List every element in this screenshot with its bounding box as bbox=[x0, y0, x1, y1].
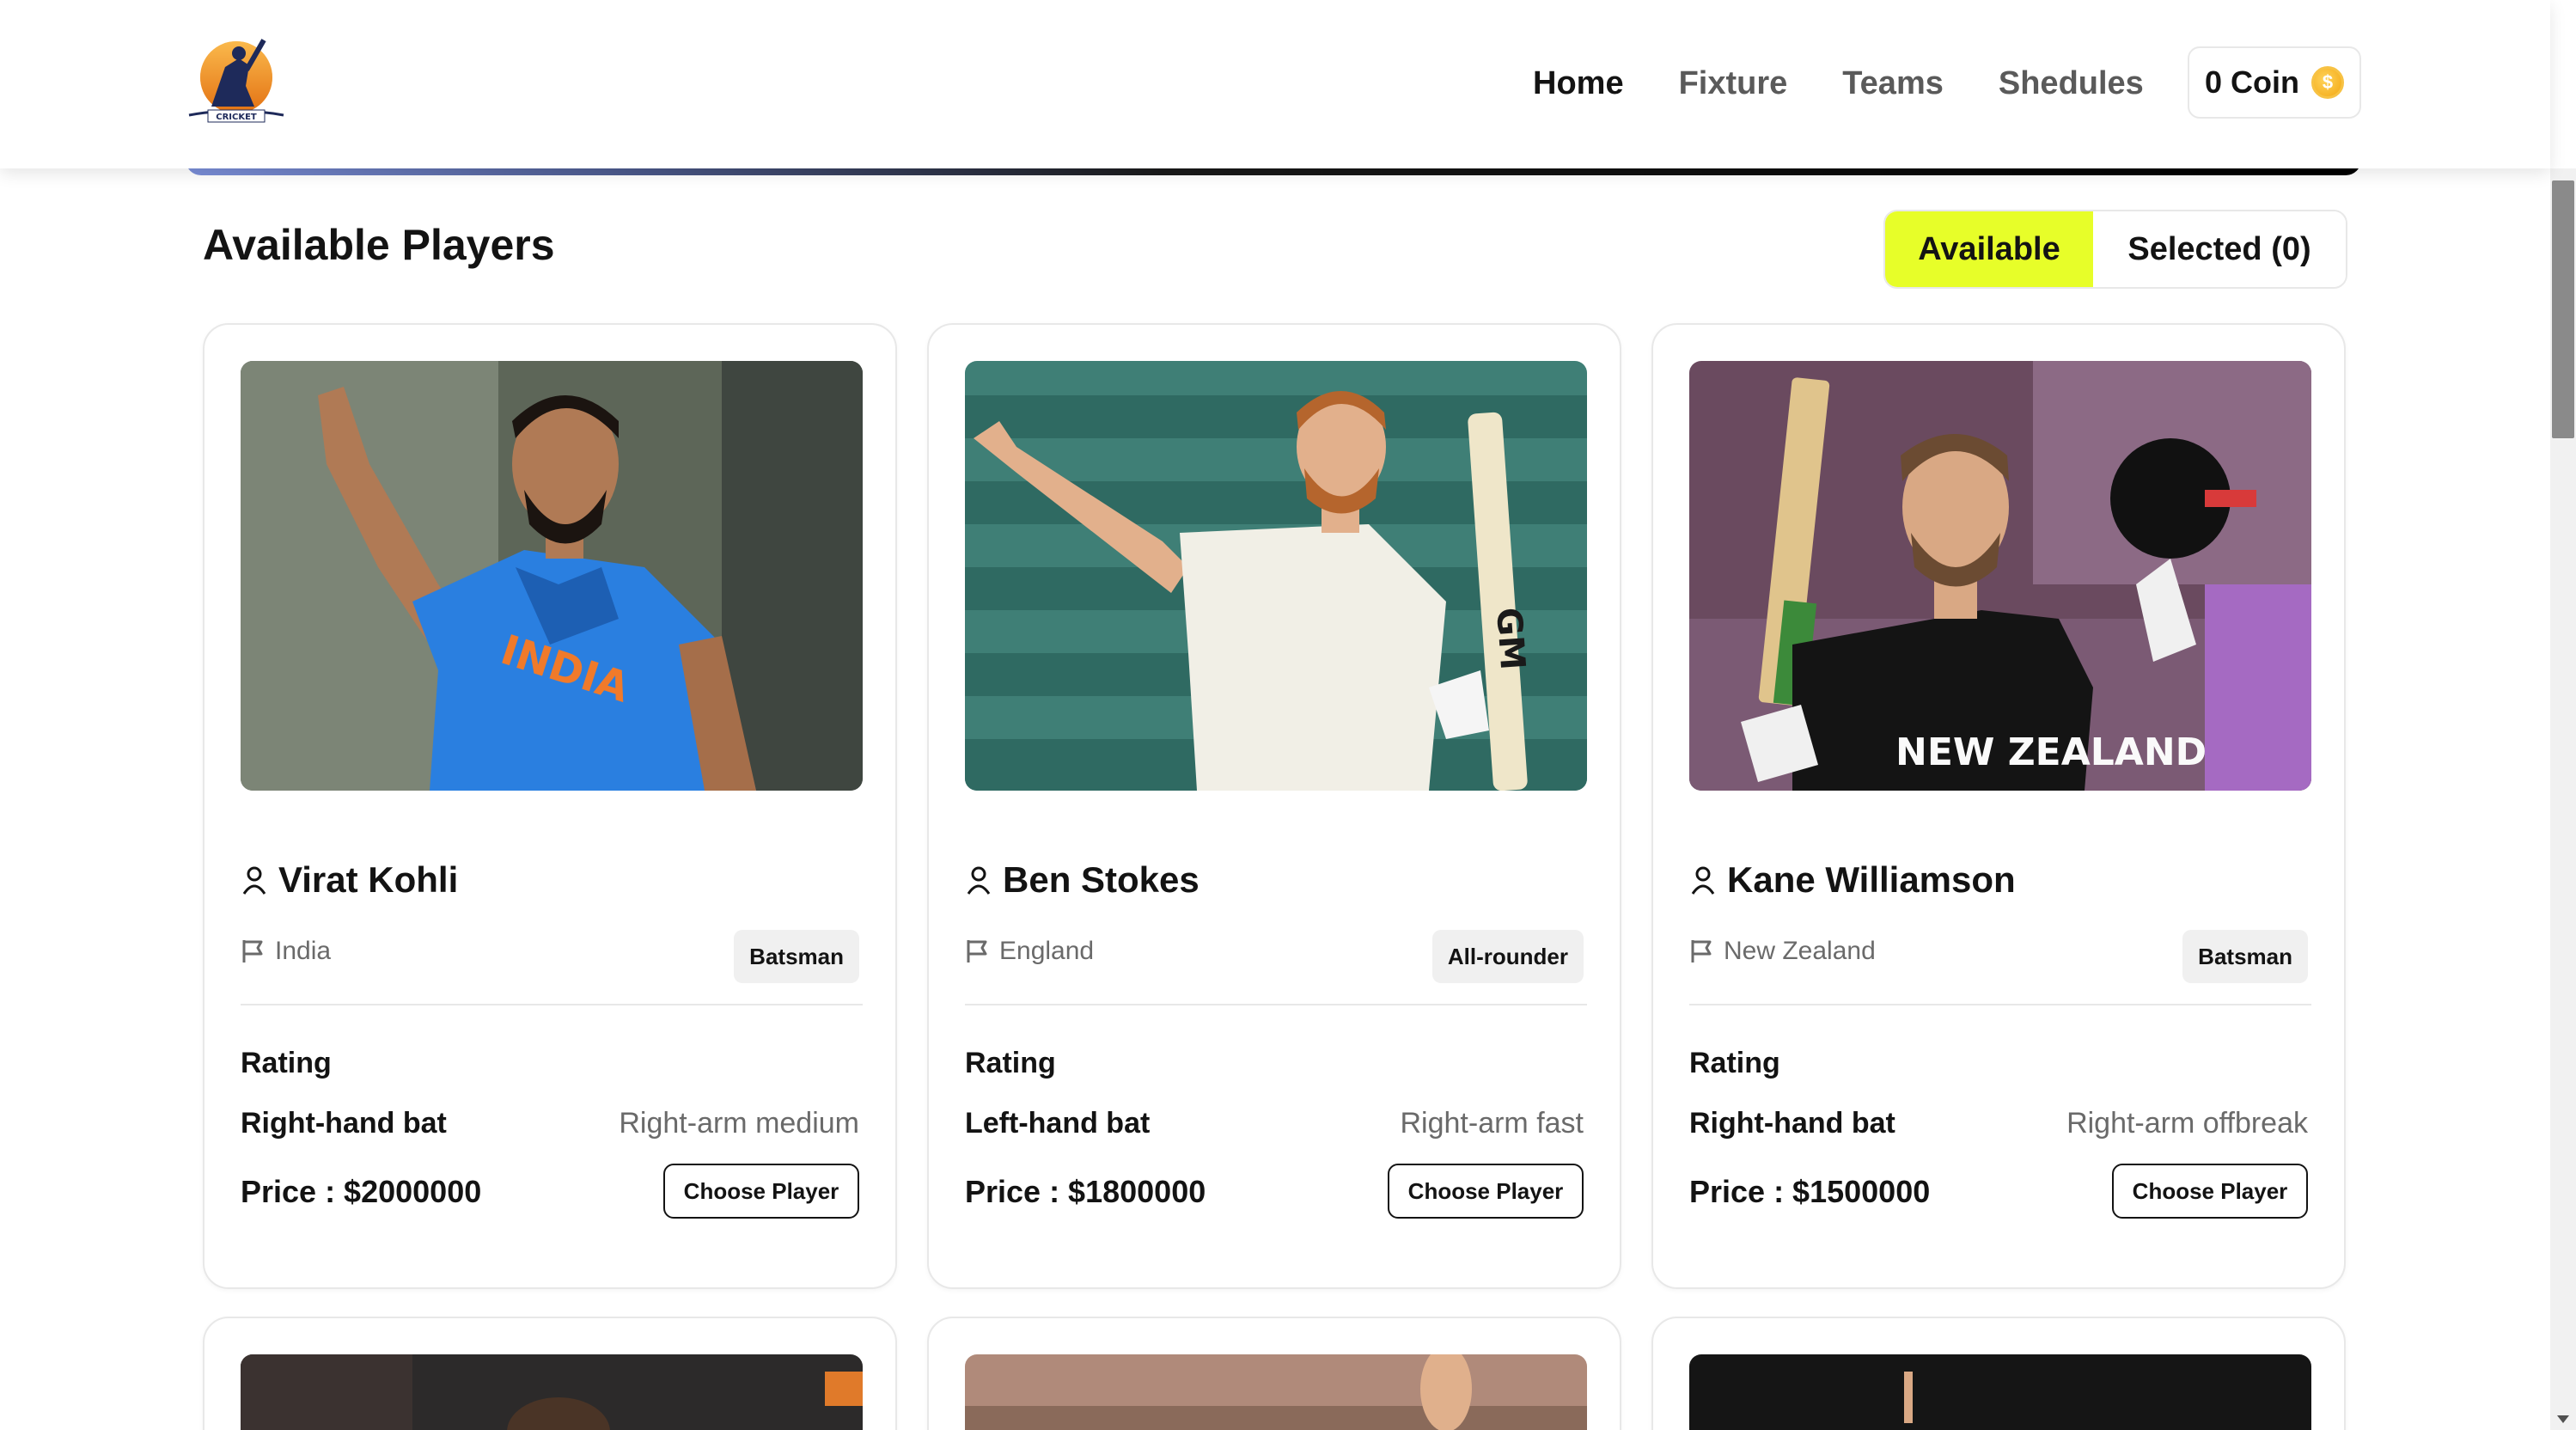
coin-balance-button[interactable]: 0 Coin $ bbox=[2188, 46, 2361, 119]
player-photo: INDIA bbox=[241, 361, 863, 791]
player-card: GM Ben Stokes England All-rounder Rating… bbox=[927, 323, 1621, 1289]
bowling-style: Right-arm offbreak bbox=[2066, 1107, 2308, 1140]
bowling-style: Right-arm fast bbox=[1400, 1107, 1584, 1140]
rating-label: Rating bbox=[965, 1047, 1056, 1079]
svg-text:GM: GM bbox=[1488, 607, 1532, 672]
coin-icon: $ bbox=[2311, 66, 2344, 99]
rating-label: Rating bbox=[241, 1047, 332, 1079]
batting-style: Left-hand bat bbox=[965, 1107, 1151, 1140]
choose-player-button[interactable]: Choose Player bbox=[1388, 1164, 1584, 1219]
player-price: Price : $1500000 bbox=[1689, 1174, 1931, 1209]
player-price: Price : $2000000 bbox=[241, 1174, 482, 1209]
flag-icon bbox=[242, 940, 263, 962]
player-price: Price : $1800000 bbox=[965, 1174, 1206, 1209]
player-card-partial bbox=[1651, 1317, 2346, 1430]
choose-player-button[interactable]: Choose Player bbox=[2112, 1164, 2308, 1219]
player-country: England bbox=[999, 937, 1095, 965]
player-name: Virat Kohli bbox=[278, 859, 459, 900]
card-divider bbox=[1689, 1004, 2311, 1005]
player-name-row: Kane Williamson bbox=[1689, 859, 2016, 901]
player-card: NEW ZEALAND Kane Williamson New Zealand … bbox=[1651, 323, 2346, 1289]
player-country-row: India bbox=[241, 937, 331, 966]
choose-player-button[interactable]: Choose Player bbox=[663, 1164, 859, 1219]
navbar: CRICKET Home Fixture Teams Shedules 0 Co… bbox=[0, 0, 2550, 168]
nav-teams[interactable]: Teams bbox=[1842, 45, 1944, 122]
player-view-toggle: Available Selected (0) bbox=[1883, 210, 2347, 289]
nav-home[interactable]: Home bbox=[1533, 45, 1624, 122]
player-card-partial bbox=[927, 1317, 1621, 1430]
player-photo bbox=[241, 1354, 863, 1430]
rating-label: Rating bbox=[1689, 1047, 1780, 1079]
player-photo: GM bbox=[965, 361, 1587, 791]
player-photo bbox=[965, 1354, 1587, 1430]
svg-text:NEW ZEALAND: NEW ZEALAND bbox=[1895, 730, 2207, 774]
bowling-style: Right-arm medium bbox=[619, 1107, 859, 1140]
flag-icon bbox=[967, 940, 987, 962]
player-country-row: New Zealand bbox=[1689, 937, 1876, 966]
page-scrollbar[interactable] bbox=[2550, 168, 2576, 1430]
nav-shedules[interactable]: Shedules bbox=[1999, 45, 2144, 122]
available-tab-button[interactable]: Available bbox=[1885, 211, 2093, 287]
player-role-badge: Batsman bbox=[734, 930, 859, 983]
player-country-row: England bbox=[965, 937, 1094, 966]
flag-icon bbox=[1691, 940, 1712, 962]
player-name-row: Ben Stokes bbox=[965, 859, 1199, 901]
scroll-down-arrow-icon[interactable] bbox=[2557, 1415, 2569, 1423]
cricket-logo[interactable]: CRICKET bbox=[186, 33, 287, 132]
player-photo bbox=[1689, 1354, 2311, 1430]
section-title: Available Players bbox=[203, 221, 555, 269]
coin-label: 0 Coin bbox=[2204, 64, 2299, 100]
player-card: INDIA Virat Kohli India Batsman Rating R… bbox=[203, 323, 897, 1289]
player-card-partial bbox=[203, 1317, 897, 1430]
scrollbar-thumb[interactable] bbox=[2552, 180, 2574, 438]
selected-tab-button[interactable]: Selected (0) bbox=[2093, 211, 2346, 287]
nav-fixture[interactable]: Fixture bbox=[1679, 45, 1788, 122]
person-icon bbox=[242, 866, 266, 895]
player-role-badge: All-rounder bbox=[1431, 930, 1584, 983]
card-divider bbox=[965, 1004, 1587, 1005]
person-icon bbox=[967, 866, 991, 895]
person-icon bbox=[1691, 866, 1715, 895]
player-name: Kane Williamson bbox=[1727, 859, 2016, 900]
card-divider bbox=[241, 1004, 863, 1005]
player-role-badge: Batsman bbox=[2182, 930, 2308, 983]
batting-style: Right-hand bat bbox=[1689, 1107, 1895, 1140]
player-country: India bbox=[275, 937, 332, 965]
player-photo: NEW ZEALAND bbox=[1689, 361, 2311, 791]
logo-text: CRICKET bbox=[216, 113, 257, 122]
batting-style: Right-hand bat bbox=[241, 1107, 447, 1140]
player-name-row: Virat Kohli bbox=[241, 859, 458, 901]
player-country: New Zealand bbox=[1724, 937, 1876, 965]
player-name: Ben Stokes bbox=[1003, 859, 1199, 900]
